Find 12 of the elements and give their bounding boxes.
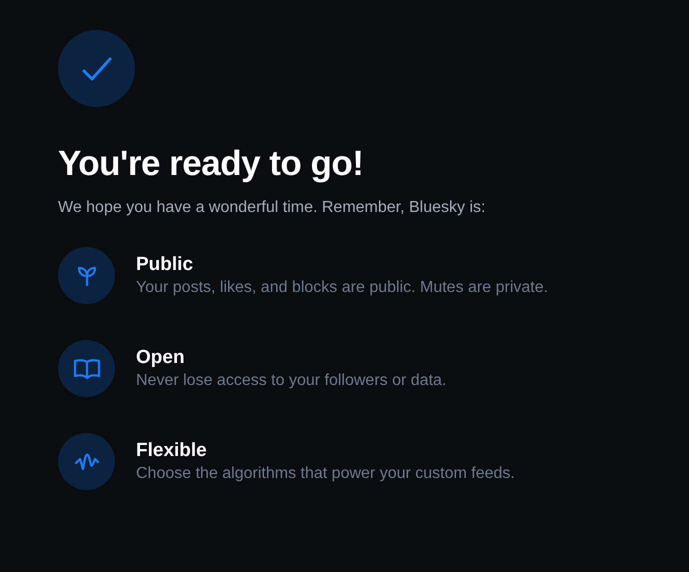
feature-description: Never lose access to your followers or data. (136, 372, 446, 390)
subtitle: We hope you have a wonderful time. Remember, Bluesky is: (58, 199, 486, 217)
heading: You're ready to go! (58, 143, 364, 185)
checkmark-icon (82, 56, 112, 82)
feature-title: Public (136, 254, 194, 276)
book-icon (72, 358, 100, 380)
wave-icon (74, 450, 100, 472)
feature-description: Choose the algorithms that power your custom feeds. (136, 465, 515, 483)
feature-description: Your posts, likes, and blocks are public. Mutes are private. (136, 279, 548, 297)
feature-title: Flexible (136, 440, 208, 462)
sprout-icon (76, 264, 96, 286)
feature-title: Open (136, 347, 186, 369)
